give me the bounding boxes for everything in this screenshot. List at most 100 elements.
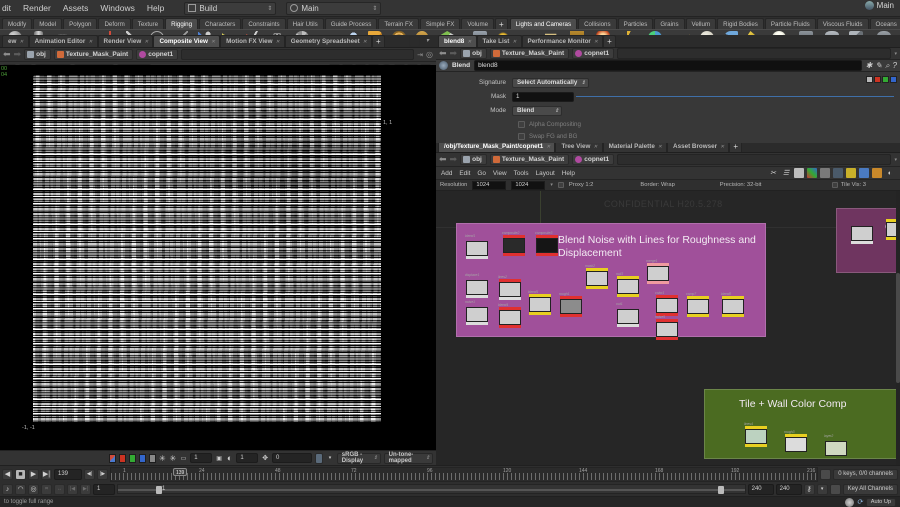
forward-icon[interactable]: ➡: [450, 48, 458, 59]
shelf-tab-collisions[interactable]: Collisions: [578, 18, 617, 29]
realtime-icon[interactable]: ◎: [28, 483, 39, 495]
page-icon[interactable]: [794, 168, 804, 178]
tab-motion-fx-view[interactable]: Motion FX View ✕: [220, 35, 285, 47]
network-box-icon[interactable]: [859, 168, 869, 178]
offset-icon[interactable]: ✥: [261, 453, 269, 464]
tonemap-selector[interactable]: Un-tone-mapped ⇕: [383, 452, 433, 464]
back-icon[interactable]: ⬅: [439, 48, 447, 59]
resolution-y-field[interactable]: 1024: [511, 180, 546, 190]
blue-chip-icon[interactable]: [890, 76, 897, 83]
sticky-note-blend-noise[interactable]: Blend Noise with Lines for Roughness and…: [456, 223, 766, 340]
gain-plus-icon[interactable]: ▣: [215, 453, 223, 464]
jump-end-icon[interactable]: ▶|: [41, 468, 52, 480]
gamma-icon[interactable]: ◐: [226, 453, 234, 464]
mask-field[interactable]: 1: [512, 91, 574, 102]
gain-minus-icon[interactable]: ▭: [180, 453, 188, 464]
shelf-tab-volume[interactable]: Volume: [461, 18, 495, 29]
shelf-add-tab-button[interactable]: +: [495, 18, 508, 29]
network-node[interactable]: composite2: [501, 231, 527, 257]
folder-icon[interactable]: [872, 168, 882, 178]
close-icon[interactable]: ✕: [467, 36, 471, 48]
prev-key-icon[interactable]: ◀|: [84, 468, 95, 480]
tab-render-view[interactable]: Render View ✕: [97, 35, 154, 47]
path-input[interactable]: [181, 49, 415, 60]
shelf-tab-rigid-bodies[interactable]: Rigid Bodies: [717, 18, 764, 29]
brightness-up-icon[interactable]: ✳: [159, 453, 167, 464]
menu-item-assets[interactable]: Assets: [57, 0, 95, 17]
composite-viewer-stage[interactable]: 00 04 1, 1 -1, -1: [0, 65, 436, 450]
help-icon[interactable]: ?: [893, 61, 897, 70]
desktop-indicator[interactable]: Main: [864, 1, 894, 10]
pin-icon[interactable]: ⇥: [417, 51, 423, 59]
forward-icon[interactable]: ➡: [450, 154, 458, 165]
gamma-field[interactable]: 1: [236, 453, 259, 463]
resolution-x-field[interactable]: 1024: [472, 180, 507, 190]
close-icon[interactable]: ✕: [594, 36, 598, 48]
range-lock-icon[interactable]: ⌗: [41, 483, 52, 495]
shelf-tab-deform[interactable]: Deform: [98, 18, 131, 29]
close-icon[interactable]: ✕: [512, 36, 516, 48]
shelf-tab-simple-fx[interactable]: Simple FX: [419, 18, 461, 29]
brightness-down-icon[interactable]: ✳: [169, 453, 177, 464]
blue-channel-icon[interactable]: [138, 453, 146, 463]
shelf-tab-grains[interactable]: Grains: [654, 18, 685, 29]
network-node[interactable]: rough1: [558, 292, 584, 318]
network-menu-edit[interactable]: Edit: [459, 170, 470, 177]
network-node[interactable]: blend4: [497, 303, 523, 329]
breadcrumb-obj[interactable]: obj: [24, 49, 51, 60]
menu-item-render[interactable]: Render: [17, 0, 57, 17]
shelf-tab-model[interactable]: Model: [33, 18, 63, 29]
breadcrumb-texture-mask-paint[interactable]: Texture_Mask_Paint: [489, 154, 570, 165]
operator-name-input[interactable]: blend8: [474, 60, 862, 71]
loop-icon[interactable]: ↔: [54, 483, 65, 495]
shelf-tab-hair-utils[interactable]: Hair Utils: [286, 18, 324, 29]
network-node[interactable]: rough3: [783, 430, 809, 456]
breadcrumb-texture-mask-paint[interactable]: Texture_Mask_Paint: [489, 48, 570, 59]
split-pane-icon[interactable]: [409, 35, 420, 47]
dots-grid-icon[interactable]: [820, 168, 830, 178]
chevron-down-icon[interactable]: ▾: [326, 453, 334, 464]
path-input[interactable]: [617, 48, 892, 59]
alpha-channel-icon[interactable]: [148, 453, 156, 463]
network-node[interactable]: null3: [615, 272, 641, 298]
key-all-icon[interactable]: [829, 483, 841, 495]
color-picker-icon[interactable]: [315, 452, 324, 464]
mode-select[interactable]: Blend ⇕: [512, 105, 562, 116]
network-node[interactable]: [849, 223, 875, 245]
network-node[interactable]: blend1: [464, 234, 490, 260]
network-node[interactable]: lines4: [743, 422, 769, 448]
network-node[interactable]: mask2: [584, 264, 610, 290]
network-node[interactable]: out1: [615, 302, 641, 328]
network-canvas[interactable]: CONFIDENTIAL H20.5.278 Copy Hi: [436, 191, 900, 465]
alpha-compositing-checkbox[interactable]: [518, 120, 525, 128]
network-node[interactable]: layer2: [823, 434, 849, 460]
frame-ruler[interactable]: 1 24 48 72 96 120 144 168 192 216 240 13…: [110, 466, 819, 482]
desktop-selector[interactable]: Main ⇕: [286, 1, 382, 15]
breadcrumb-obj[interactable]: obj: [460, 48, 487, 59]
range-start-icon[interactable]: |◀: [67, 483, 78, 495]
network-menu-tools[interactable]: Tools: [514, 170, 529, 177]
network-vertical-scrollbar[interactable]: [896, 191, 900, 465]
network-menu-add[interactable]: Add: [441, 170, 452, 177]
alpha-chip-icon[interactable]: [866, 76, 873, 83]
shelf-tab-modify[interactable]: Modify: [2, 18, 33, 29]
network-menu-view[interactable]: View: [493, 170, 507, 177]
shelf-tab-constraints[interactable]: Constraints: [242, 18, 286, 29]
snapshot-icon[interactable]: ✂: [768, 168, 778, 178]
breadcrumb-copnet1[interactable]: copnet1: [136, 49, 179, 60]
pane-menu-icon[interactable]: ▾: [422, 36, 433, 47]
search-icon[interactable]: ⌕: [885, 61, 889, 71]
more-icon[interactable]: ◐: [885, 168, 895, 178]
audio-icon[interactable]: ♪: [2, 483, 13, 495]
snapshot-icon[interactable]: ◠: [15, 483, 26, 495]
breadcrumb-copnet1[interactable]: copnet1: [572, 48, 615, 59]
red-chip-icon[interactable]: [874, 76, 881, 83]
colorspace-selector[interactable]: sRGB - Display ⇕: [336, 452, 381, 464]
global-end-field[interactable]: 240: [775, 483, 802, 495]
node-shape-icon[interactable]: [833, 168, 843, 178]
tab-scene-view[interactable]: ew ✕: [2, 35, 29, 47]
chevron-down-icon[interactable]: ▾: [894, 157, 897, 163]
refresh-icon[interactable]: ⟳: [857, 498, 863, 506]
sticky-note-tile-wall[interactable]: Tile + Wall Color Comp lines4 rough3 lay…: [704, 389, 900, 459]
breadcrumb-obj[interactable]: obj: [460, 154, 487, 165]
